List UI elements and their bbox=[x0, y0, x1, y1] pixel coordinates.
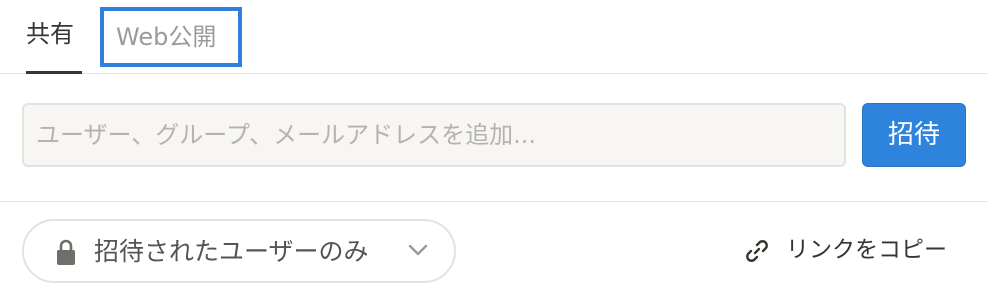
invite-button[interactable]: 招待 bbox=[862, 103, 966, 167]
tab-web-publish[interactable]: Web公開 bbox=[100, 7, 242, 67]
invite-input[interactable] bbox=[22, 103, 846, 167]
access-level-dropdown[interactable]: 招待されたユーザーのみ bbox=[22, 219, 456, 283]
link-icon bbox=[746, 240, 768, 262]
copy-link-button[interactable]: リンクをコピー bbox=[740, 230, 960, 270]
tab-bar: 共有 Web公開 bbox=[0, 0, 988, 74]
tab-share[interactable]: 共有 bbox=[26, 18, 74, 50]
copy-link-label: リンクをコピー bbox=[786, 237, 947, 263]
lock-icon bbox=[57, 239, 75, 265]
divider bbox=[0, 201, 988, 202]
chevron-down-icon bbox=[408, 244, 428, 256]
tab-web-publish-label: Web公開 bbox=[116, 23, 217, 51]
active-tab-indicator bbox=[26, 71, 82, 74]
access-level-label: 招待されたユーザーのみ bbox=[94, 237, 369, 266]
